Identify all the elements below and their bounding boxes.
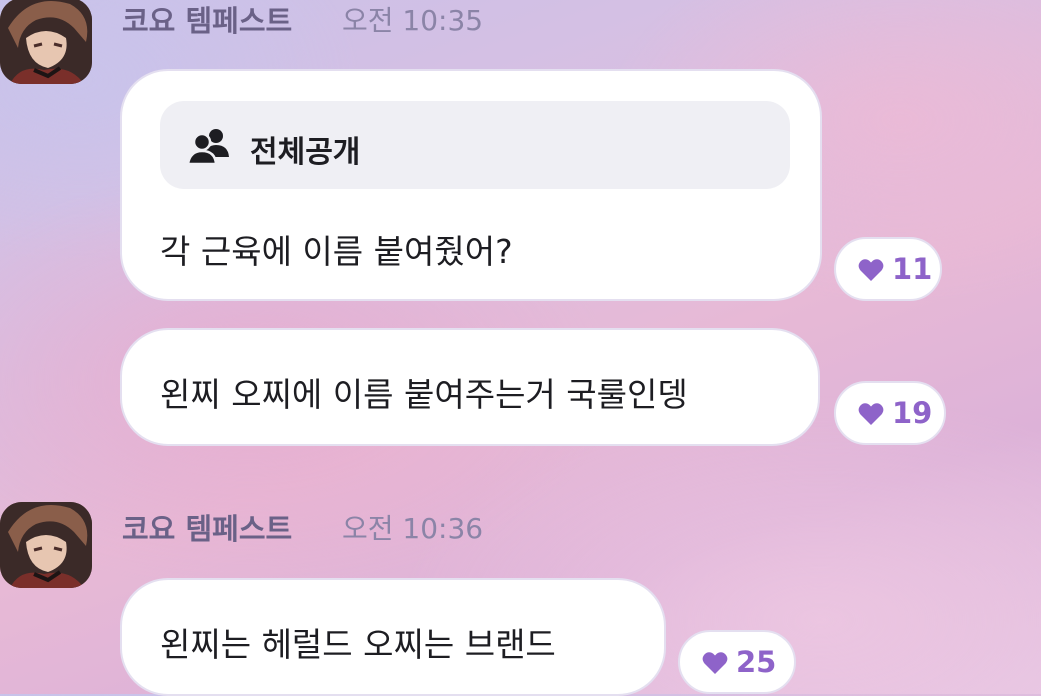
like-button[interactable]: 25	[678, 630, 796, 694]
heart-icon	[858, 259, 884, 281]
heart-icon	[702, 652, 728, 674]
like-button[interactable]: 11	[834, 237, 942, 301]
message-text: 왼찌는 헤럴드 오찌는 브랜드	[160, 625, 556, 664]
sender-name[interactable]: 코요 템페스트	[122, 506, 292, 548]
visibility-label: 전체공개	[250, 135, 361, 170]
avatar[interactable]	[0, 502, 92, 588]
message-bubble[interactable]: 전체공개 각 근육에 이름 붙여줬어?	[120, 69, 822, 301]
message-time: 오전 10:36	[342, 512, 484, 545]
sender-name[interactable]: 코요 템페스트	[122, 0, 292, 40]
avatar-image	[0, 0, 92, 84]
like-count: 25	[736, 645, 777, 679]
visibility-badge: 전체공개	[160, 101, 790, 189]
like-button[interactable]: 19	[834, 381, 946, 445]
avatar[interactable]	[0, 0, 92, 84]
message-time: 오전 10:35	[342, 4, 484, 37]
like-count: 19	[892, 396, 933, 430]
message-text: 왼찌 오찌에 이름 붙여주는거 국룰인뎅	[160, 375, 688, 414]
message-text: 각 근육에 이름 붙여줬어?	[160, 232, 513, 271]
users-icon	[188, 129, 229, 165]
message-bubble[interactable]: 왼찌는 헤럴드 오찌는 브랜드	[120, 578, 666, 696]
message-bubble[interactable]: 왼찌 오찌에 이름 붙여주는거 국룰인뎅	[120, 328, 820, 446]
heart-icon	[858, 403, 884, 425]
avatar-image	[0, 502, 92, 588]
like-count: 11	[892, 252, 933, 286]
